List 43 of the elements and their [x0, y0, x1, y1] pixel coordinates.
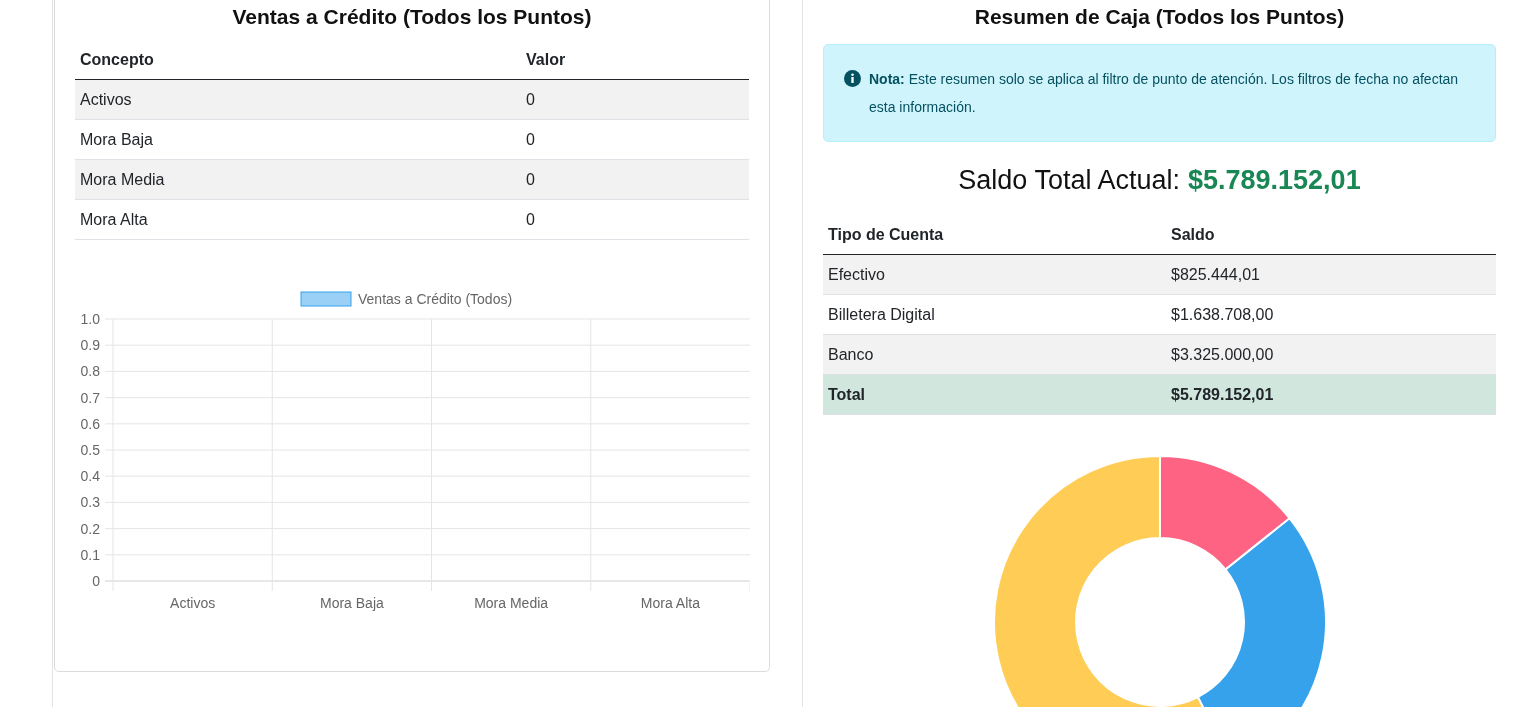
- table-cell-text: $825.444,01: [1170, 264, 1261, 285]
- table-cell-text: Total: [827, 384, 867, 405]
- x-axis-label: Activos: [170, 595, 216, 611]
- total-label: Saldo Total Actual:: [958, 164, 1180, 197]
- total-value: $5.789.152,01: [1188, 164, 1361, 197]
- table-cell-text: 0: [525, 89, 536, 110]
- y-axis-label: 1.0: [80, 311, 100, 327]
- table-cell-text: $1.638.708,00: [1170, 304, 1275, 325]
- y-axis-label: 0.2: [80, 520, 100, 537]
- y-axis-label: 0: [92, 573, 100, 589]
- table-cell-text: Billetera Digital: [827, 304, 936, 325]
- note-text: Nota: Este resumen solo se aplica al filtro de punto de atención. Los filtros de fecha no afectan esta información.: [869, 70, 1460, 117]
- legend-swatch[interactable]: [300, 291, 352, 307]
- column-header: Concepto: [79, 49, 155, 70]
- y-axis-label: 0.5: [80, 442, 100, 458]
- table-cell-text: Banco: [827, 344, 875, 365]
- y-axis-label: 0.4: [80, 468, 100, 485]
- info-icon: [844, 70, 861, 87]
- section-title: Ventas a Crédito (Todos los Puntos): [231, 4, 593, 30]
- table-cell-text: Mora Media: [79, 169, 166, 190]
- table-cell-text: Activos: [79, 89, 133, 110]
- legend-label: Ventas a Crédito (Todos): [358, 291, 513, 307]
- y-axis-label: 0.3: [80, 494, 100, 511]
- column-header: Valor: [525, 49, 567, 70]
- table-cell-text: 0: [525, 129, 536, 150]
- table-cell-text: Mora Baja: [79, 129, 154, 150]
- y-axis-label: 0.8: [80, 363, 100, 380]
- y-axis-label: 0.9: [80, 337, 100, 354]
- y-axis-label: 0.7: [80, 389, 100, 406]
- column-header: Tipo de Cuenta: [827, 224, 945, 245]
- table-cell-text: Efectivo: [827, 264, 886, 285]
- table-cell-text: $3.325.000,00: [1170, 344, 1275, 365]
- x-axis-label: Mora Media: [474, 595, 549, 611]
- x-axis-label: Mora Alta: [640, 595, 700, 611]
- y-axis-label: 0.6: [80, 415, 100, 432]
- column-header: Saldo: [1170, 224, 1216, 245]
- x-axis-label: Mora Baja: [319, 595, 384, 611]
- section-title: Resumen de Caja (Todos los Puntos): [973, 4, 1346, 30]
- table-cell-text: $5.789.152,01: [1170, 384, 1275, 405]
- table-cell-text: 0: [525, 169, 536, 190]
- table-cell-text: 0: [525, 209, 536, 230]
- table-cell-text: Mora Alta: [79, 209, 149, 230]
- y-axis-label: 0.1: [80, 546, 100, 563]
